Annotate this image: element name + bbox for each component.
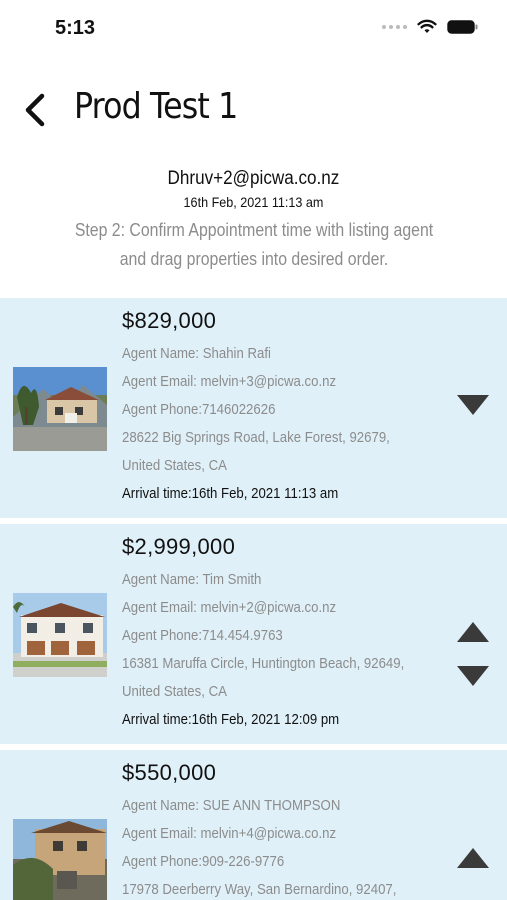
- status-bar: 5:13: [0, 0, 507, 56]
- property-price: $550,000: [122, 760, 217, 785]
- move-down-button[interactable]: [456, 665, 490, 687]
- battery-icon: [447, 20, 478, 34]
- nav-bar: Prod Test 1: [0, 80, 507, 140]
- agent-email: Agent Email: melvin+3@picwa.co.nz: [122, 373, 337, 390]
- property-details: $829,000 Agent Name: Shahin Rafi Agent E…: [122, 308, 422, 508]
- agent-name: Agent Name: Tim Smith: [122, 571, 262, 588]
- property-photo: [13, 593, 107, 677]
- agent-name: Agent Name: Shahin Rafi: [122, 345, 271, 362]
- agent-phone: Agent Phone:7146022626: [122, 401, 276, 418]
- property-photo: [13, 819, 107, 900]
- agent-phone: Agent Phone:714.454.9763: [122, 627, 283, 644]
- property-address: 17978 Deerberry Way, San Bernardino, 924…: [122, 881, 397, 898]
- agent-name: Agent Name: SUE ANN THOMPSON: [122, 797, 341, 814]
- status-time: 5:13: [55, 17, 96, 39]
- move-down-button[interactable]: [456, 394, 490, 416]
- client-email: Dhruv+2@picwa.co.nz: [167, 168, 340, 189]
- trip-header: Dhruv+2@picwa.co.nz 16th Feb, 2021 11:13…: [0, 168, 507, 274]
- property-price: $2,999,000: [122, 534, 236, 559]
- move-up-button[interactable]: [456, 847, 490, 869]
- property-address-region: United States, CA: [122, 683, 227, 700]
- wifi-icon: [417, 19, 437, 33]
- step-instructions: Step 2: Confirm Appointment time with li…: [74, 220, 433, 269]
- triangle-down-icon: [457, 666, 489, 686]
- property-address: 16381 Maruffa Circle, Huntington Beach, …: [122, 655, 405, 672]
- property-price: $829,000: [122, 308, 217, 333]
- signal-icon: [382, 25, 407, 29]
- property-photo: [13, 367, 107, 451]
- arrival-time: Arrival time:16th Feb, 2021 11:13 am: [122, 485, 339, 502]
- agent-phone: Agent Phone:909-226-9776: [122, 853, 285, 870]
- agent-email: Agent Email: melvin+2@picwa.co.nz: [122, 599, 337, 616]
- triangle-down-icon: [457, 395, 489, 415]
- triangle-up-icon: [457, 622, 489, 642]
- status-icons: [382, 19, 479, 35]
- property-card[interactable]: $550,000 Agent Name: SUE ANN THOMPSON Ag…: [0, 750, 507, 900]
- property-card[interactable]: $2,999,000 Agent Name: Tim Smith Agent E…: [0, 524, 507, 744]
- triangle-up-icon: [457, 848, 489, 868]
- property-address: 28622 Big Springs Road, Lake Forest, 926…: [122, 429, 390, 446]
- arrival-time: Arrival time:16th Feb, 2021 12:09 pm: [122, 711, 340, 728]
- move-up-button[interactable]: [456, 621, 490, 643]
- property-card[interactable]: $829,000 Agent Name: Shahin Rafi Agent E…: [0, 298, 507, 518]
- chevron-left-icon: [25, 93, 45, 127]
- property-details: $2,999,000 Agent Name: Tim Smith Agent E…: [122, 534, 422, 734]
- property-details: $550,000 Agent Name: SUE ANN THOMPSON Ag…: [122, 760, 422, 900]
- page-title: Prod Test 1: [74, 86, 238, 127]
- trip-date: 16th Feb, 2021 11:13 am: [183, 194, 324, 210]
- agent-email: Agent Email: melvin+4@picwa.co.nz: [122, 825, 337, 842]
- property-address-region: United States, CA: [122, 457, 227, 474]
- back-button[interactable]: [18, 88, 54, 132]
- property-list: $829,000 Agent Name: Shahin Rafi Agent E…: [0, 298, 507, 900]
